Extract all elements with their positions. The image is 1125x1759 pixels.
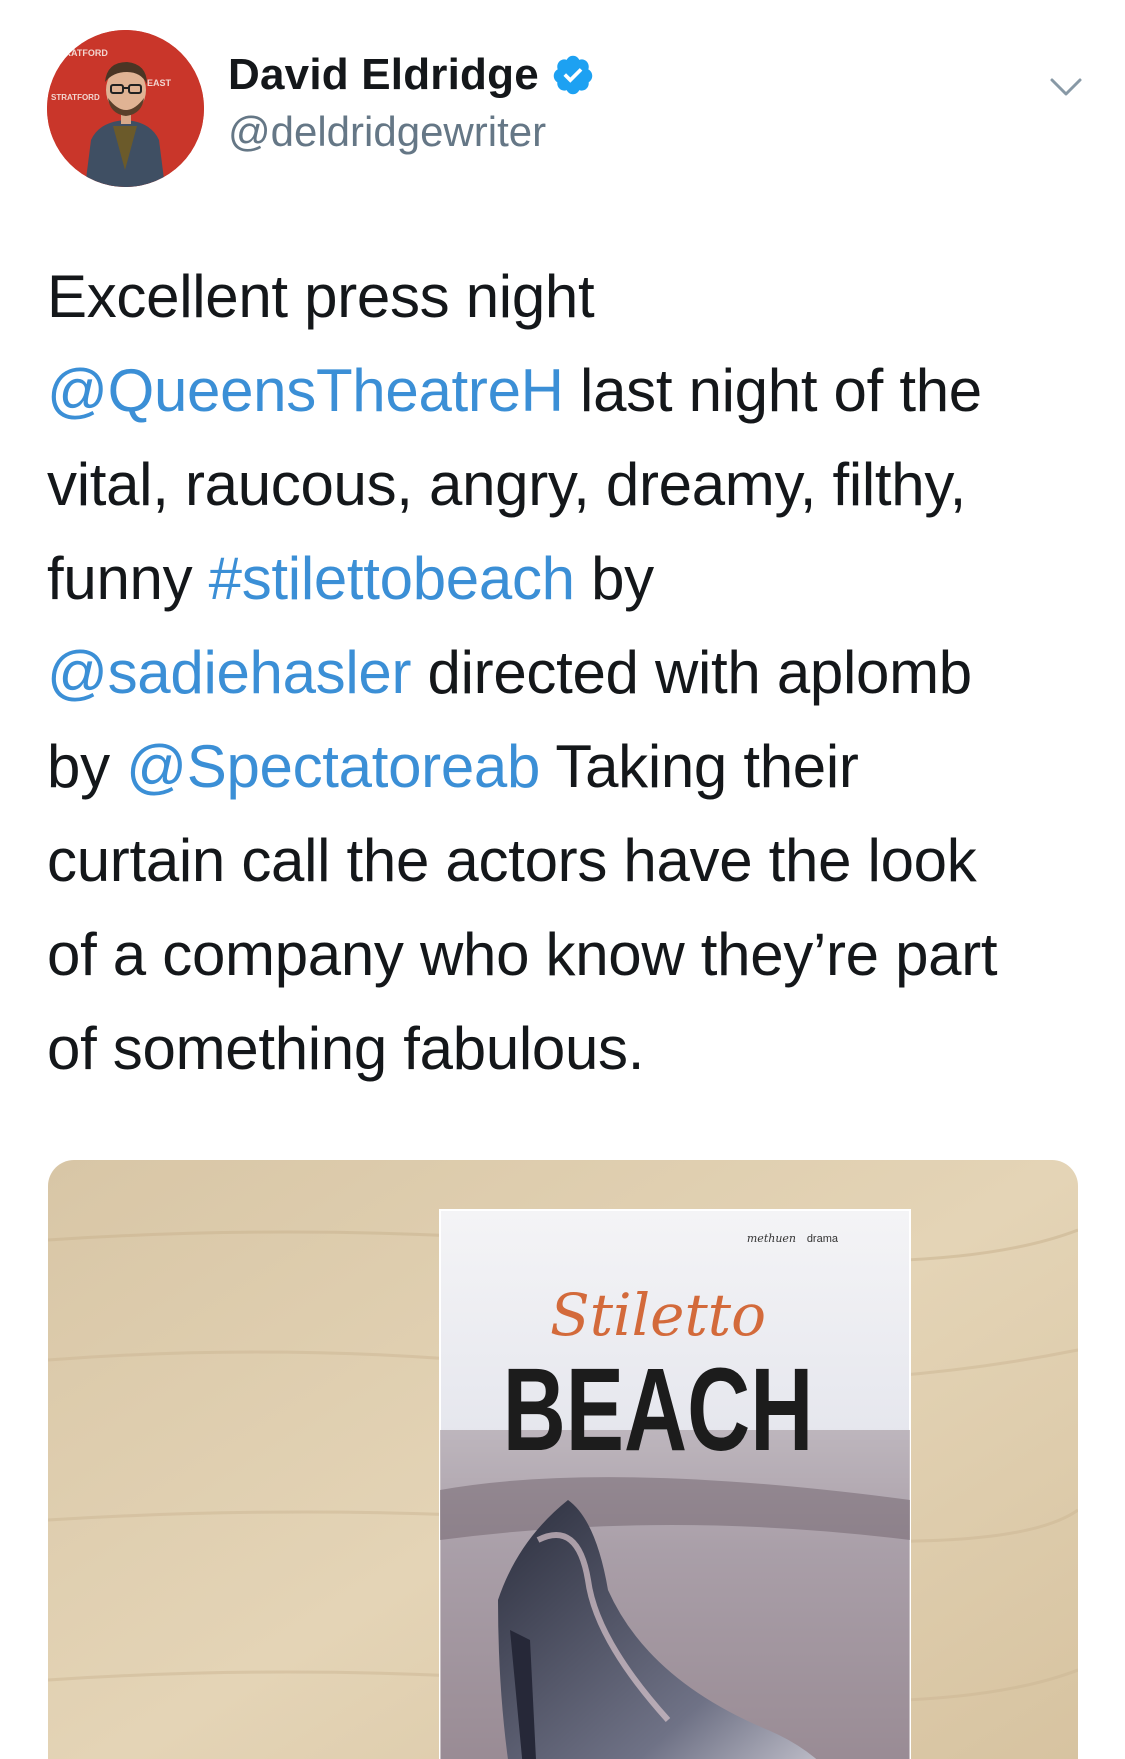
author-handle[interactable]: @deldridgewriter [228, 108, 546, 156]
tweet-text-segment: vital, raucous, angry, dreamy, filthy, [47, 451, 966, 518]
author-display-name[interactable]: David Eldridge [228, 50, 539, 100]
tweet-text-segment: last night of the [563, 357, 982, 424]
tweet-text-line: @sadiehasler directed with aplomb [47, 626, 1087, 720]
tweet-text-segment: funny [47, 545, 209, 612]
avatar-backdrop-text: STRATFORD [51, 93, 100, 102]
avatar-backdrop-text: STRATFORD [53, 48, 108, 58]
book-photo: methuen drama Stiletto BEACH [48, 1160, 1078, 1759]
tweet-text-line: Excellent press night [47, 250, 1087, 344]
tweet-text-segment: of a company who know they’re part [47, 921, 998, 988]
tweet-text-line: of something fabulous. [47, 1002, 1087, 1096]
tweet-text-segment: of something fabulous. [47, 1015, 645, 1082]
tweet-text-line: @QueensTheatreH last night of the [47, 344, 1087, 438]
tweet-text-segment: Taking their [540, 733, 859, 800]
tweet-text-segment: directed with aplomb [411, 639, 973, 706]
verified-badge-icon [551, 53, 595, 97]
tweet-text-line: vital, raucous, angry, dreamy, filthy, [47, 438, 1087, 532]
avatar-backdrop-text: EAST [147, 78, 172, 88]
tweet-text-segment: by [47, 733, 127, 800]
avatar[interactable]: STRATFORD EAST STRATFORD [47, 30, 204, 187]
tweet-text-line: of a company who know they’re part [47, 908, 1087, 1002]
tweet-text-segment: by [574, 545, 654, 612]
book-title-block: BEACH [503, 1343, 814, 1475]
mention-link[interactable]: @QueensTheatreH [47, 357, 564, 424]
tweet-text-line: funny #stilettobeach by [47, 532, 1087, 626]
book-title-script: Stiletto [550, 1281, 766, 1349]
mention-link[interactable]: @sadiehasler [47, 639, 411, 706]
tweet-header: STRATFORD EAST STRATFORD David Eldridge … [0, 0, 1125, 200]
book-cover: methuen drama Stiletto BEACH [439, 1209, 911, 1759]
hashtag-link[interactable]: #stilettobeach [209, 545, 575, 612]
tweet-text-line: by @Spectatoreab Taking their [47, 720, 1087, 814]
chevron-down-icon[interactable] [1046, 66, 1086, 106]
author-name-row[interactable]: David Eldridge [228, 50, 595, 100]
tweet-text-line: curtain call the actors have the look [47, 814, 1087, 908]
publisher-imprint: drama [807, 1233, 839, 1245]
tweet-text-segment: curtain call the actors have the look [47, 827, 977, 894]
tweet-text: Excellent press night @QueensTheatreH las… [47, 250, 1087, 1096]
publisher-name: methuen [747, 1232, 796, 1245]
tweet-media-photo[interactable]: methuen drama Stiletto BEACH [48, 1160, 1078, 1759]
avatar-photo: STRATFORD EAST STRATFORD [47, 30, 204, 187]
tweet-text-segment: Excellent press night [47, 263, 595, 330]
mention-link[interactable]: @Spectatoreab [126, 733, 540, 800]
